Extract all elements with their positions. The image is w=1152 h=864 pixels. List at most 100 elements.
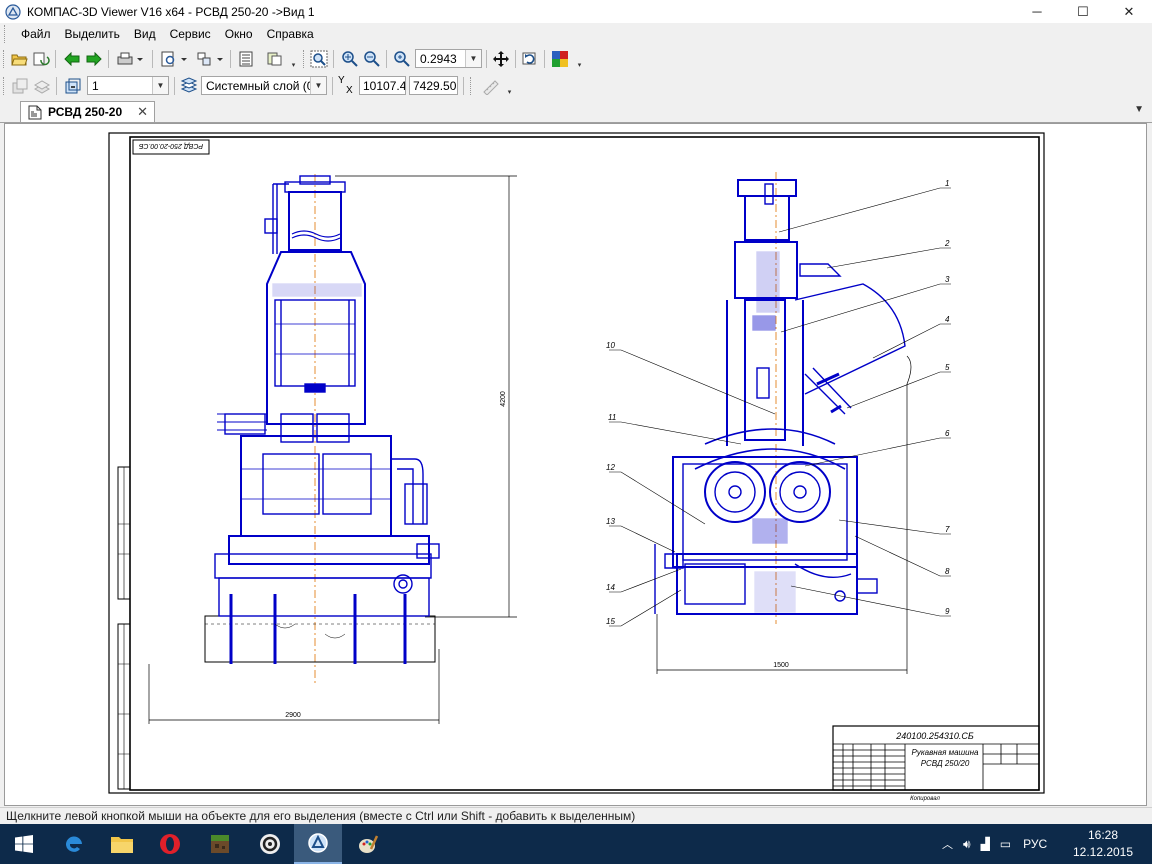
refresh-icon: [522, 52, 536, 65]
coord-y-field[interactable]: 7429.50: [409, 76, 458, 95]
folder-open-icon: [11, 54, 28, 66]
callout-6: 6: [945, 429, 950, 438]
zoom-window-button[interactable]: [309, 49, 329, 69]
toolbar-overflow-3[interactable]: ▾: [505, 76, 514, 96]
windows-logo-icon: [15, 835, 33, 853]
pan-button[interactable]: [491, 49, 511, 69]
menu-service[interactable]: Сервис: [163, 27, 218, 41]
tree-button[interactable]: [265, 49, 285, 69]
top-stamp-text: РСВД 250-20.00.СБ: [138, 142, 203, 149]
width-left-dim-label: 2900: [285, 712, 301, 719]
menu-view[interactable]: Вид: [127, 27, 163, 41]
close-button[interactable]: ✕: [1106, 0, 1152, 23]
callout-1: 1: [945, 179, 949, 188]
drawing-title-line2: РСВД 250/20: [921, 759, 970, 768]
tab-list-icon[interactable]: ▼: [1134, 104, 1144, 115]
right-section-view: [654, 172, 906, 624]
notification-icon[interactable]: ▭: [1000, 837, 1011, 851]
zoom-in-icon: [342, 51, 358, 67]
layers-disabled-button[interactable]: [10, 76, 30, 96]
kompas-viewer-taskbar-button[interactable]: [294, 824, 342, 864]
tray-overflow-icon[interactable]: ︿: [942, 836, 953, 852]
steam-like-taskbar-button[interactable]: [246, 824, 294, 864]
chevron-down-icon[interactable]: ▼: [310, 77, 326, 94]
view-select-button[interactable]: [63, 76, 83, 96]
coord-x-field[interactable]: 10107.4: [359, 76, 406, 95]
folder-icon: [111, 837, 133, 853]
color-scheme-button[interactable]: [550, 49, 570, 69]
doc-code: 240100.254310.СБ: [895, 731, 974, 741]
callout-13: 13: [606, 517, 615, 526]
tree-icon: [267, 52, 282, 66]
document-tab-strip: РСВД 250-20 ✕ ▼: [0, 100, 1152, 123]
start-button[interactable]: [0, 824, 48, 864]
menu-file[interactable]: Файл: [14, 27, 58, 41]
move-icon: [493, 51, 509, 67]
zoom-scale-button[interactable]: [392, 49, 412, 69]
toolbar-overflow-2[interactable]: ▾: [575, 49, 584, 69]
properties-button[interactable]: [236, 49, 256, 69]
tile-button[interactable]: [194, 49, 226, 69]
menu-window[interactable]: Окно: [218, 27, 260, 41]
view-combo[interactable]: 1 ▼: [87, 76, 169, 95]
left-elevation-view: [204, 174, 440, 684]
menu-grip[interactable]: [4, 25, 8, 43]
clock-time: 16:28: [1087, 828, 1119, 842]
tab-rsvd-250-20[interactable]: РСВД 250-20 ✕: [20, 101, 155, 122]
chevron-down-icon[interactable]: ▼: [152, 77, 168, 94]
network-icon[interactable]: ▟: [981, 837, 990, 851]
windows-taskbar: ︿ 🔊︎ ▟ ▭ РУС 16:28 12.12.2015: [0, 824, 1152, 864]
zoom-in-button[interactable]: [340, 49, 360, 69]
coordinate-labels: Y X: [338, 76, 356, 96]
refresh-view-button[interactable]: [520, 49, 540, 69]
zoom-out-icon: [364, 51, 380, 67]
menu-help[interactable]: Справка: [260, 27, 321, 41]
open-file-button[interactable]: [10, 49, 30, 69]
volume-icon[interactable]: 🔊︎: [963, 837, 971, 852]
preview-button[interactable]: [158, 49, 190, 69]
maximize-button[interactable]: ☐: [1060, 0, 1106, 23]
zoom-out-button[interactable]: [362, 49, 382, 69]
view-number: 1: [92, 78, 99, 93]
taskbar-clock[interactable]: 16:28 12.12.2015: [1068, 827, 1138, 861]
height-dim-label: 4200: [500, 391, 507, 407]
measure-icon: [483, 80, 499, 95]
sheet-inner-frame: [129, 136, 1040, 791]
opera-taskbar-button[interactable]: [146, 824, 194, 864]
forward-button[interactable]: [84, 49, 104, 69]
close-tab-icon[interactable]: ✕: [137, 104, 148, 120]
layer-combo[interactable]: Системный слой (0) ▼: [201, 76, 327, 95]
recent-files-button[interactable]: [31, 49, 51, 69]
windows-icon: [197, 52, 223, 66]
chevron-down-icon[interactable]: ▼: [465, 50, 481, 67]
callout-11: 11: [608, 413, 616, 422]
copied-label: Копировал: [910, 796, 940, 802]
title-bar: КОМПАС-3D Viewer V16 x64 - РСВД 250-20 -…: [0, 0, 1152, 23]
printer-icon: [117, 52, 143, 65]
measure-button[interactable]: [481, 76, 501, 96]
layers-stack-button[interactable]: [32, 76, 52, 96]
minecraft-taskbar-button[interactable]: [196, 824, 244, 864]
drawing-doc-icon: [28, 105, 42, 119]
arrow-right-icon: [86, 52, 102, 66]
tab-label: РСВД 250-20: [48, 105, 123, 119]
zoom-combo[interactable]: 0.2943 ▼: [415, 49, 482, 68]
drawing-canvas[interactable]: РСВД 250-20.00.СБ 4200 2900 1500 1 2 3 4…: [4, 123, 1147, 806]
toolbar-grip[interactable]: [3, 50, 7, 68]
menu-select[interactable]: Выделить: [58, 27, 127, 41]
system-tray: ︿ 🔊︎ ▟ ▭ РУС: [942, 824, 1047, 864]
minimize-button[interactable]: ─: [1014, 0, 1060, 23]
layer-button[interactable]: [179, 76, 199, 96]
language-indicator[interactable]: РУС: [1023, 837, 1047, 851]
callout-labels: 1 2 3 4 5 6 7 8 9 10 11 12 13 14 15: [606, 179, 950, 626]
toolbar-overflow[interactable]: ▾: [289, 49, 298, 69]
print-button[interactable]: [114, 49, 146, 69]
zoom-frame-icon: [310, 50, 328, 68]
technical-drawing[interactable]: РСВД 250-20.00.СБ 4200 2900 1500 1 2 3 4…: [5, 124, 1146, 805]
explorer-taskbar-button[interactable]: [98, 824, 146, 864]
callout-2: 2: [944, 239, 950, 248]
edge-taskbar-button[interactable]: [50, 824, 98, 864]
edge-icon: [65, 836, 82, 852]
paint-taskbar-button[interactable]: [344, 824, 392, 864]
back-button[interactable]: [62, 49, 82, 69]
